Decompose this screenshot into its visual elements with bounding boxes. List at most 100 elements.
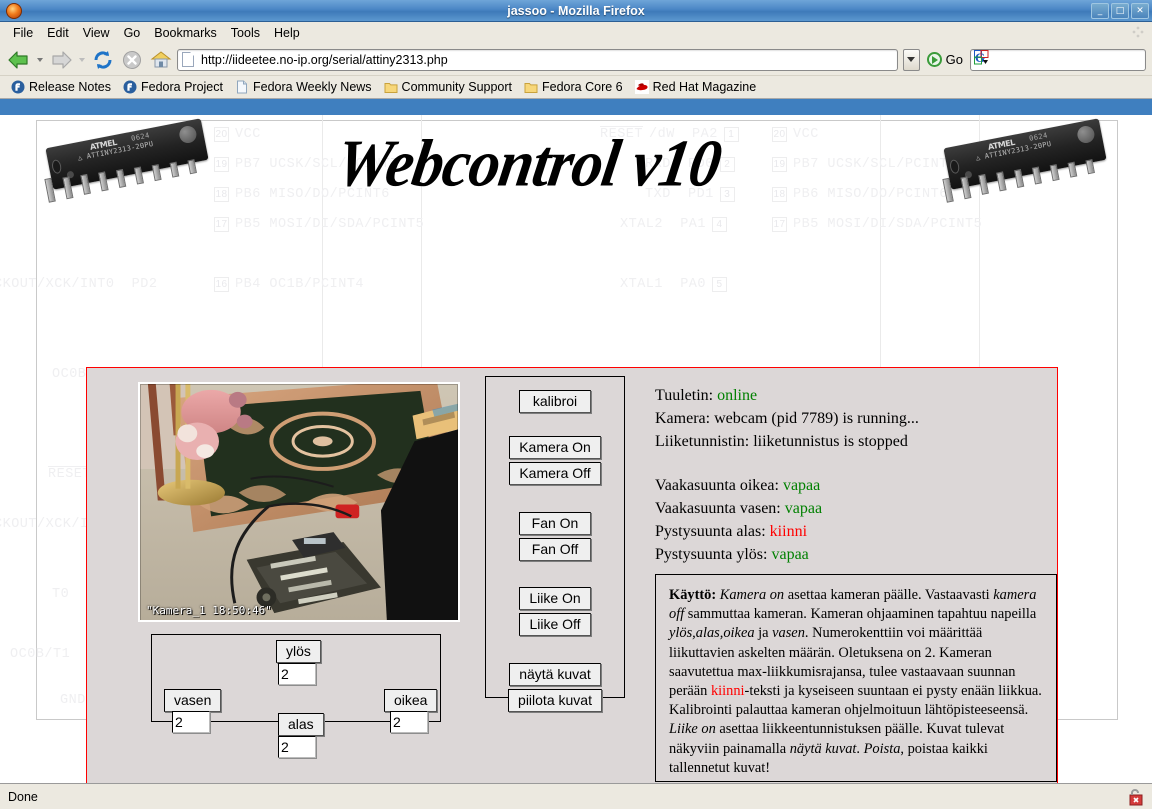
redhat-icon — [634, 80, 649, 94]
down-steps-input[interactable] — [278, 736, 316, 758]
help-em-vasen: vasen — [772, 625, 805, 642]
reload-icon[interactable] — [90, 47, 116, 73]
status-vert-up-label: Pystysuunta ylös: — [655, 546, 768, 563]
menu-tools[interactable]: Tools — [224, 25, 267, 41]
help-em-directions: ylös,alas,oikea — [669, 625, 755, 642]
close-button[interactable]: ✕ — [1131, 2, 1149, 19]
status-motion-row: Liiketunnistin: liiketunnistus is stoppe… — [655, 430, 1047, 453]
show-images-button[interactable]: näytä kuvat — [509, 663, 601, 686]
folder-icon — [524, 83, 538, 93]
page-icon — [182, 52, 194, 67]
status-horiz-right-value: vapaa — [782, 477, 821, 494]
bookmarks-toolbar: Release Notes Fedora Project Fedora Week… — [0, 76, 1152, 99]
status-fan-row: Tuuletin: online — [655, 384, 1047, 407]
folder-icon — [384, 83, 398, 93]
bookmark-fedora-project[interactable]: Fedora Project — [118, 79, 228, 95]
menubar: File Edit View Go Bookmarks Tools Help — [0, 22, 1152, 44]
page-viewport: 20 VCC 19 PB7 UCSK/SCL/PCINT7 18 PB6 MISO/D… — [0, 115, 1152, 783]
help-text-2: sammuttaa kameran. Kameran ohjaaminen ta… — [684, 606, 1037, 623]
bookmark-community-support[interactable]: Community Support — [379, 79, 517, 95]
fan-on-button[interactable]: Fan On — [519, 512, 591, 535]
statusbar-text: Done — [8, 789, 38, 804]
status-readout: Tuuletin: online Kamera: webcam (pid 778… — [655, 384, 1047, 566]
left-steps-input[interactable] — [172, 711, 210, 733]
move-left-button[interactable]: vasen — [164, 689, 222, 712]
motion-off-button[interactable]: Liike Off — [519, 613, 591, 636]
status-horiz-right-row: Vaakasuunta oikea: vapaa — [655, 474, 1047, 497]
forward-icon — [48, 47, 74, 73]
bookmark-fedora-weekly-news[interactable]: Fedora Weekly News — [230, 79, 377, 95]
menu-bookmarks[interactable]: Bookmarks — [147, 25, 224, 41]
help-box: Käyttö: Kamera on asettaa kameran päälle… — [655, 574, 1057, 782]
bookmark-label: Red Hat Magazine — [652, 80, 757, 94]
fedora-icon — [123, 80, 137, 94]
direction-pad: ylös vasen alas oikea — [151, 634, 441, 758]
camera-image[interactable]: "Kamera_1 18:50:46" — [138, 382, 460, 622]
status-motion-label: Liiketunnistin: — [655, 433, 750, 450]
status-horiz-left-value: vapaa — [784, 500, 823, 517]
help-em-kamera-on: Kamera on — [719, 587, 785, 603]
up-steps-input[interactable] — [278, 663, 316, 685]
document-icon — [236, 80, 247, 94]
camera-on-button[interactable]: Kamera On — [509, 436, 601, 459]
forward-dropdown-icon — [79, 57, 85, 62]
navigation-toolbar: Go G — [0, 44, 1152, 76]
status-camera-value: webcam (pid 7789) is running... — [714, 410, 919, 427]
move-up-button[interactable]: ylös — [276, 640, 321, 663]
fan-off-button[interactable]: Fan Off — [519, 538, 591, 561]
go-button[interactable]: Go — [923, 52, 967, 67]
home-icon[interactable] — [148, 47, 174, 73]
menu-view[interactable]: View — [76, 25, 117, 41]
url-dropdown-icon[interactable] — [902, 48, 920, 71]
status-vert-down-row: Pystysuunta alas: kiinni — [655, 520, 1047, 543]
bookmark-label: Fedora Core 6 — [542, 80, 623, 94]
command-panel: kalibroi Kamera On Kamera Off Fan On Fan… — [485, 376, 625, 712]
motion-on-button[interactable]: Liike On — [519, 587, 591, 610]
status-vert-down-label: Pystysuunta alas: — [655, 523, 766, 540]
go-label: Go — [945, 52, 963, 67]
help-text-3: ja — [754, 625, 773, 642]
status-motion-value: liiketunnistus is stopped — [753, 433, 908, 450]
bookmark-label: Fedora Project — [141, 80, 223, 94]
search-bar[interactable]: G — [970, 48, 1146, 71]
search-input[interactable] — [992, 51, 1142, 68]
calibrate-button[interactable]: kalibroi — [519, 390, 591, 413]
bookmark-label: Release Notes — [29, 80, 111, 94]
back-icon[interactable] — [6, 47, 32, 73]
status-horiz-left-row: Vaakasuunta vasen: vapaa — [655, 497, 1047, 520]
firefox-icon — [6, 2, 22, 19]
lock-broken-icon[interactable] — [1124, 787, 1144, 807]
bookmark-label: Community Support — [401, 80, 513, 94]
camera-frame-graphic — [140, 384, 458, 620]
bookmark-release-notes[interactable]: Release Notes — [6, 79, 116, 95]
google-search-icon[interactable]: G — [974, 50, 989, 69]
back-dropdown-icon[interactable] — [37, 57, 43, 62]
go-icon — [926, 52, 942, 67]
url-bar[interactable] — [177, 48, 898, 71]
hide-images-button[interactable]: piilota kuvat — [508, 689, 602, 712]
bookmark-red-hat-magazine[interactable]: Red Hat Magazine — [630, 79, 762, 95]
help-text-1: asettaa kameran päälle. Vastaavasti — [784, 587, 994, 603]
browser-statusbar: Done — [0, 783, 1152, 809]
toolbar-grip-icon — [1132, 26, 1144, 38]
menu-go[interactable]: Go — [117, 25, 148, 41]
right-steps-input[interactable] — [390, 711, 428, 733]
menu-file[interactable]: File — [6, 25, 40, 41]
maximize-button[interactable]: □ — [1111, 2, 1129, 19]
help-text-7: . — [856, 740, 864, 757]
menu-help[interactable]: Help — [267, 25, 307, 41]
status-camera-row: Kamera: webcam (pid 7789) is running... — [655, 407, 1047, 430]
fedora-icon — [11, 80, 25, 94]
move-down-button[interactable]: alas — [278, 713, 324, 736]
menu-edit[interactable]: Edit — [40, 25, 76, 41]
url-input[interactable] — [199, 51, 893, 68]
camera-off-button[interactable]: Kamera Off — [509, 462, 601, 485]
page-header: Webcontrol v10 — [0, 115, 1152, 233]
bookmark-fedora-core-6[interactable]: Fedora Core 6 — [519, 79, 628, 95]
status-horiz-left-label: Vaakasuunta vasen: — [655, 500, 781, 517]
camera-view: "Kamera_1 18:50:46" — [138, 382, 460, 622]
bookmark-label: Fedora Weekly News — [252, 80, 372, 94]
minimize-button[interactable]: _ — [1091, 2, 1109, 19]
move-right-button[interactable]: oikea — [384, 689, 438, 712]
page-title: Webcontrol v10 — [331, 127, 726, 201]
